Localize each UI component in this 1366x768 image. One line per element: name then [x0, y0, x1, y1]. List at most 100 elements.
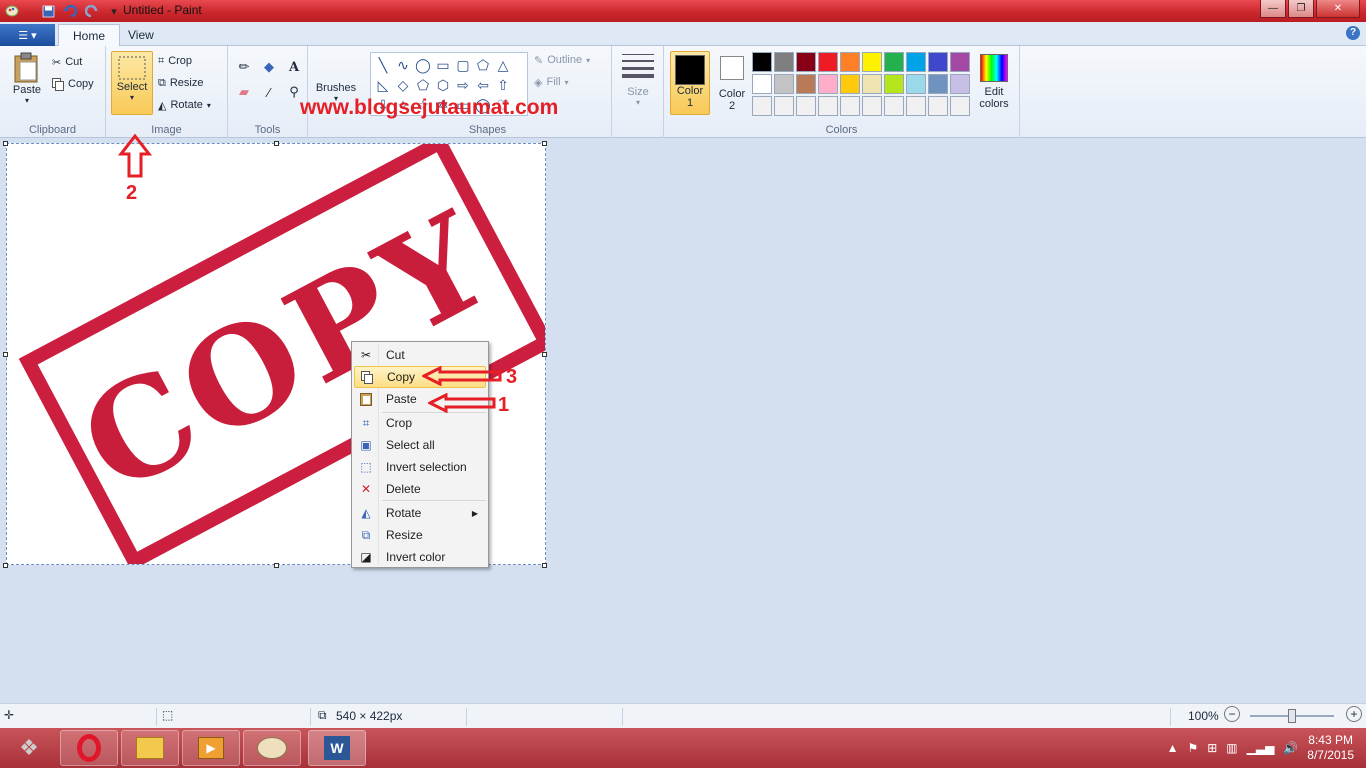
- ctx-delete[interactable]: ✕ Delete: [354, 478, 486, 500]
- color-swatch[interactable]: [928, 96, 948, 116]
- color-swatch[interactable]: [774, 52, 794, 72]
- taskbar-word[interactable]: W: [308, 730, 366, 766]
- signal-icon[interactable]: ▁▃▅: [1247, 741, 1275, 755]
- resize-button[interactable]: ⧉ Resize: [158, 73, 203, 93]
- pentagon-shape-icon[interactable]: ⬠: [413, 75, 433, 95]
- color-picker-icon[interactable]: ⁄: [258, 81, 280, 103]
- left-arrow-shape-icon[interactable]: ⇦: [473, 75, 493, 95]
- curve-shape-icon[interactable]: ∿: [393, 55, 413, 75]
- fill-button[interactable]: ◈ Fill ▾: [534, 72, 569, 92]
- selection-handle[interactable]: [542, 352, 547, 357]
- text-icon[interactable]: A: [283, 56, 305, 78]
- color-swatch[interactable]: [928, 74, 948, 94]
- save-icon[interactable]: [40, 3, 56, 19]
- help-icon[interactable]: ?: [1346, 26, 1360, 40]
- edit-colors-button[interactable]: Edit colors: [974, 54, 1014, 110]
- size-button[interactable]: Size ▾: [618, 52, 658, 107]
- color-swatch[interactable]: [906, 96, 926, 116]
- outline-button[interactable]: ✎ Outline ▾: [534, 50, 590, 70]
- selection-handle[interactable]: [274, 141, 279, 146]
- ctx-invert-color[interactable]: ◪ Invert color: [354, 546, 486, 568]
- color-swatch[interactable]: [884, 74, 904, 94]
- quick-access-dropdown-icon[interactable]: ▾: [106, 3, 122, 19]
- up-arrow-shape-icon[interactable]: ⇧: [493, 75, 513, 95]
- zoom-in-icon[interactable]: +: [1346, 706, 1362, 722]
- undo-icon[interactable]: [62, 3, 78, 19]
- color-swatch[interactable]: [774, 74, 794, 94]
- selection-handle[interactable]: [274, 563, 279, 568]
- color-swatch[interactable]: [862, 74, 882, 94]
- color-swatch[interactable]: [818, 74, 838, 94]
- ctx-rotate[interactable]: ◭ Rotate ▶: [354, 502, 486, 524]
- color-swatch[interactable]: [796, 74, 816, 94]
- volume-icon[interactable]: 🔊: [1283, 741, 1298, 755]
- selection-handle[interactable]: [542, 141, 547, 146]
- start-button-icon[interactable]: ❖: [6, 730, 52, 766]
- minimize-button[interactable]: —: [1260, 0, 1286, 18]
- ctx-resize[interactable]: ⧉ Resize: [354, 524, 486, 546]
- rectangle-shape-icon[interactable]: ▭: [433, 55, 453, 75]
- tab-home[interactable]: Home: [58, 24, 121, 47]
- clock[interactable]: 8:43 PM 8/7/2015: [1307, 733, 1354, 763]
- oval-shape-icon[interactable]: ◯: [413, 55, 433, 75]
- device-icon[interactable]: ▥: [1226, 741, 1237, 755]
- color-swatch[interactable]: [884, 52, 904, 72]
- redo-icon[interactable]: [84, 3, 100, 19]
- maximize-button[interactable]: ❐: [1288, 0, 1314, 18]
- diamond-shape-icon[interactable]: ◇: [393, 75, 413, 95]
- color-swatch[interactable]: [950, 96, 970, 116]
- pencil-icon[interactable]: ✏: [233, 56, 255, 78]
- color1-button[interactable]: Color 1: [670, 51, 710, 115]
- selection-handle[interactable]: [3, 352, 8, 357]
- color-swatch[interactable]: [950, 52, 970, 72]
- windows-icon[interactable]: ⊞: [1207, 741, 1217, 755]
- ctx-cut[interactable]: ✂ Cut: [354, 344, 486, 366]
- ctx-select-all[interactable]: ▣ Select all: [354, 434, 486, 456]
- paste-button[interactable]: Paste ▾: [8, 52, 46, 105]
- taskbar-explorer[interactable]: [121, 730, 179, 766]
- selection-handle[interactable]: [542, 563, 547, 568]
- color-swatch[interactable]: [906, 52, 926, 72]
- color-swatch[interactable]: [862, 96, 882, 116]
- taskbar-opera[interactable]: [60, 730, 118, 766]
- color-swatch[interactable]: [818, 96, 838, 116]
- color-swatch[interactable]: [840, 96, 860, 116]
- color2-button[interactable]: Color 2: [714, 54, 750, 112]
- close-button[interactable]: ✕: [1316, 0, 1360, 18]
- color-swatch[interactable]: [884, 96, 904, 116]
- crop-button[interactable]: ⌗ Crop: [158, 51, 192, 71]
- rotate-button[interactable]: ◭ Rotate ▾: [158, 95, 211, 115]
- triangle-shape-icon[interactable]: △: [493, 55, 513, 75]
- hexagon-shape-icon[interactable]: ⬡: [433, 75, 453, 95]
- color-swatch[interactable]: [752, 74, 772, 94]
- eraser-icon[interactable]: ▰: [233, 81, 255, 103]
- fill-bucket-icon[interactable]: ◆: [258, 56, 280, 78]
- color-swatch[interactable]: [840, 52, 860, 72]
- color-swatch[interactable]: [950, 74, 970, 94]
- cut-button[interactable]: ✂ Cut: [52, 52, 82, 72]
- color-swatch[interactable]: [796, 96, 816, 116]
- zoom-slider-thumb[interactable]: [1288, 709, 1296, 723]
- color-swatch[interactable]: [818, 52, 838, 72]
- color-swatch[interactable]: [862, 52, 882, 72]
- select-button[interactable]: Select ▾: [111, 51, 153, 115]
- selection-handle[interactable]: [3, 141, 8, 146]
- paint-app-icon[interactable]: [4, 3, 20, 19]
- color-swatch[interactable]: [774, 96, 794, 116]
- taskbar-paint[interactable]: [243, 730, 301, 766]
- zoom-out-icon[interactable]: −: [1224, 706, 1240, 722]
- color-swatch[interactable]: [752, 52, 772, 72]
- taskbar-media-player[interactable]: ▶: [182, 730, 240, 766]
- tab-view[interactable]: View: [114, 24, 168, 47]
- rounded-rect-shape-icon[interactable]: ▢: [453, 55, 473, 75]
- color-swatch[interactable]: [906, 74, 926, 94]
- ctx-invert-selection[interactable]: ⬚ Invert selection: [354, 456, 486, 478]
- show-hidden-icons[interactable]: ▲: [1167, 741, 1179, 755]
- ctx-crop[interactable]: ⌗ Crop: [354, 412, 486, 434]
- right-triangle-shape-icon[interactable]: ◺: [373, 75, 393, 95]
- paint-menu-button[interactable]: ☰ ▾: [0, 24, 55, 46]
- copy-button[interactable]: Copy: [52, 74, 94, 94]
- polygon-shape-icon[interactable]: ⬠: [473, 55, 493, 75]
- color-swatch[interactable]: [752, 96, 772, 116]
- color-swatch[interactable]: [796, 52, 816, 72]
